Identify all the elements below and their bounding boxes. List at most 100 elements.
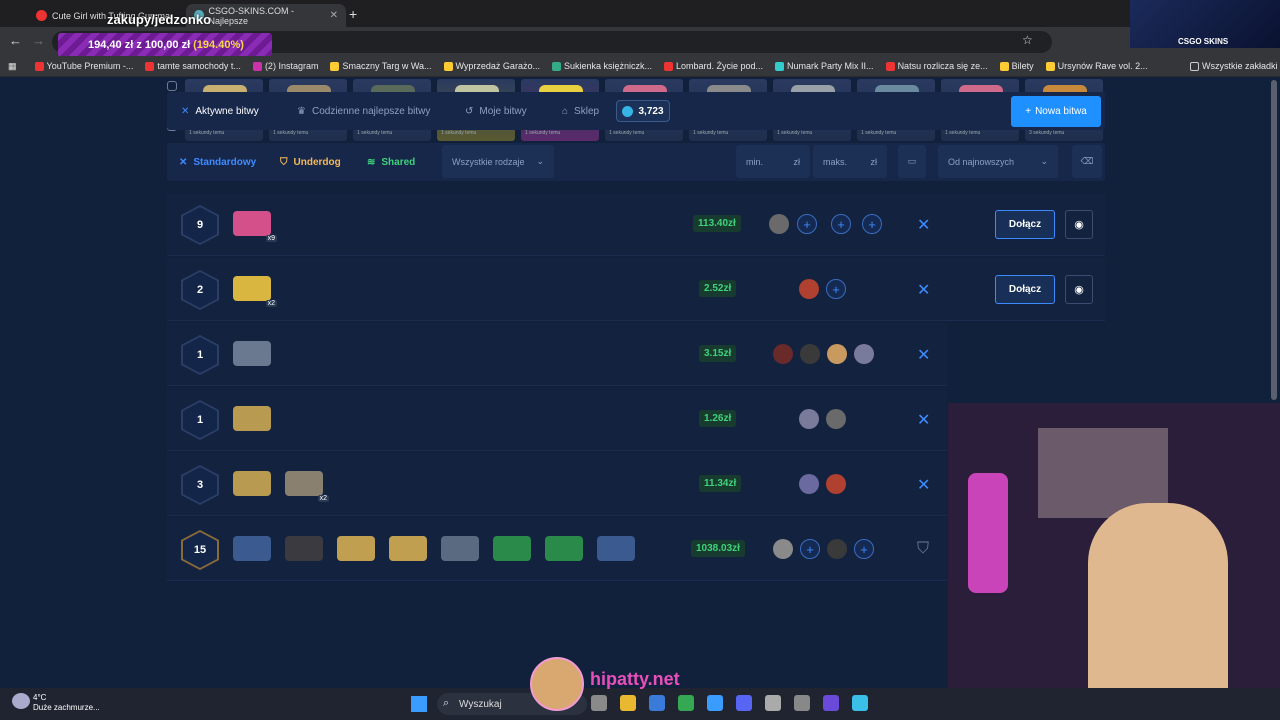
view-icon[interactable]: ◉	[1065, 275, 1093, 304]
player-avatar	[799, 279, 819, 299]
csgo-skins-logo: CSGO SKINS	[1130, 0, 1280, 48]
bookmark[interactable]: Bilety	[999, 61, 1034, 71]
star-icon[interactable]: ☆	[1022, 33, 1033, 47]
back-icon[interactable]: ←	[9, 33, 22, 48]
view-icon[interactable]: ◉	[1065, 210, 1093, 239]
drop-time: 1 sekundy temu	[609, 130, 645, 136]
new-battle-button[interactable]: + Nowa bitwa	[1011, 96, 1101, 127]
battle-price: 3.15zł	[699, 345, 737, 362]
rounds-badge: 2	[181, 270, 219, 310]
rounds-badge: 15	[181, 530, 219, 570]
apps-icon[interactable]: ▦	[8, 61, 17, 72]
battle-price: 113.40zł	[693, 215, 741, 232]
trophy-icon: ♛	[297, 105, 306, 117]
player-avatar	[827, 344, 847, 364]
taskbar-app-icon[interactable]	[852, 695, 868, 711]
drop-time: 3 sekundy temu	[1029, 130, 1065, 136]
bookmark[interactable]: YouTube Premium -...	[34, 61, 133, 71]
drop-time: 1 sekundy temu	[861, 130, 897, 136]
max-price-input[interactable]: maks. zł	[813, 145, 887, 178]
coin-icon	[622, 105, 634, 117]
tab-my-battles[interactable]: ↺ Moje bitwy	[465, 92, 527, 130]
bookmark[interactable]: Wyprzedaż Garażo...	[443, 61, 540, 71]
battle-row[interactable]: 9 x9 113.40zł + + + ✕ Dołącz ◉	[167, 193, 1105, 256]
case-icon	[441, 536, 479, 561]
weather-icon	[12, 693, 30, 709]
close-tab-icon[interactable]: ✕	[330, 10, 338, 21]
all-bookmarks[interactable]: Wszystkie zakładki	[1190, 61, 1278, 71]
tab-shop[interactable]: ⌂ Sklep	[562, 92, 599, 130]
windows-start-icon[interactable]	[411, 696, 427, 712]
drop-time: 1 sekundy temu	[441, 130, 477, 136]
coin-balance[interactable]: 3,723	[616, 100, 670, 122]
case-filter-icon[interactable]: ▭	[898, 145, 926, 178]
clear-filters-icon[interactable]: ⌫	[1072, 145, 1102, 178]
taskbar-app-icon[interactable]	[591, 695, 607, 711]
chevron-down-icon: ⌄	[536, 156, 544, 166]
sort-select[interactable]: Od najnowszych ⌄	[938, 145, 1058, 178]
join-button[interactable]: Dołącz	[995, 275, 1055, 304]
taskbar-app-icon[interactable]	[620, 695, 636, 711]
shield-icon: ⛉	[280, 156, 288, 168]
battle-row[interactable]: 1 1.26zł ✕	[167, 388, 947, 451]
join-button[interactable]: Dołącz	[995, 210, 1055, 239]
empty-slot-add-button[interactable]: +	[854, 539, 874, 559]
tab-active-battles[interactable]: ✕ Aktywne bitwy	[181, 92, 259, 130]
filter-shared[interactable]: ≋ Shared	[367, 143, 415, 181]
new-tab-button[interactable]: +	[349, 6, 357, 22]
battle-row[interactable]: 3 x2 11.34zł ✕	[167, 453, 947, 516]
forward-icon[interactable]: →	[32, 33, 45, 48]
player-avatar	[826, 474, 846, 494]
case-icon: x2	[285, 471, 329, 502]
battle-row[interactable]: 15 1038.03zł + + ⛉	[167, 518, 947, 581]
rounds-badge: 9	[181, 205, 219, 245]
empty-slot-add-button[interactable]: +	[826, 279, 846, 299]
taskbar-app-icon[interactable]	[794, 695, 810, 711]
history-icon: ↺	[465, 105, 474, 117]
battle-row[interactable]: 2 x2 2.52zł + ✕ Dołącz ◉	[167, 258, 1105, 321]
swords-icon: ✕	[181, 105, 190, 117]
player-avatar	[800, 344, 820, 364]
min-price-input[interactable]: min. zł	[736, 145, 810, 178]
scrollbar[interactable]	[1271, 80, 1277, 400]
empty-slot-add-button[interactable]: +	[800, 539, 820, 559]
player-avatar	[826, 409, 846, 429]
chevron-down-icon: ⌄	[1040, 156, 1048, 166]
taskbar-app-icon[interactable]	[649, 695, 665, 711]
case-icon	[285, 536, 323, 561]
empty-slot-add-button[interactable]: +	[862, 214, 882, 234]
plus-icon: +	[1025, 106, 1032, 117]
type-select[interactable]: Wszystkie rodzaje ⌄	[442, 145, 554, 178]
weather-widget[interactable]: 4°C Duże zachmurze...	[33, 693, 100, 713]
drop-time: 1 sekundy temu	[777, 130, 813, 136]
youtube-icon	[36, 10, 47, 21]
empty-slot-add-button[interactable]: +	[831, 214, 851, 234]
taskbar-app-icon[interactable]	[678, 695, 694, 711]
bookmark[interactable]: (2) Instagram	[252, 61, 318, 71]
history-icon[interactable]	[167, 81, 177, 91]
case-icon: x2	[233, 276, 277, 307]
taskbar-app-icon[interactable]	[823, 695, 839, 711]
bookmark[interactable]: Sukienka księżniczk...	[551, 61, 652, 71]
case-icon	[233, 406, 271, 431]
battle-row[interactable]: 1 3.15zł ✕	[167, 323, 947, 386]
bookmark[interactable]: tamte samochody t...	[145, 61, 241, 71]
bookmark[interactable]: Lombard. Życie pod...	[664, 61, 763, 71]
filter-underdog[interactable]: ⛉ Underdog	[280, 143, 341, 181]
taskbar-app-icon[interactable]	[707, 695, 723, 711]
player-avatar	[773, 344, 793, 364]
drop-time: 1 sekundy temu	[273, 130, 309, 136]
bookmark[interactable]: Smaczny Targ w Wa...	[330, 61, 432, 71]
watermark: hipatty.net	[590, 669, 680, 689]
empty-slot-add-button[interactable]: +	[797, 214, 817, 234]
filter-standard[interactable]: ✕ Standardowy	[179, 143, 256, 181]
case-icon	[233, 341, 271, 366]
underdog-mode-icon: ⛉	[917, 540, 930, 557]
bookmark[interactable]: Ursynów Rave vol. 2...	[1045, 61, 1148, 71]
standard-mode-icon: ✕	[917, 412, 931, 429]
tab-daily-best[interactable]: ♛ Codzienne najlepsze bitwy	[297, 92, 430, 130]
bookmark[interactable]: Numark Party Mix II...	[775, 61, 874, 71]
taskbar-app-icon[interactable]	[736, 695, 752, 711]
taskbar-app-icon[interactable]	[765, 695, 781, 711]
bookmark[interactable]: Natsu rozlicza się ze...	[885, 61, 988, 71]
